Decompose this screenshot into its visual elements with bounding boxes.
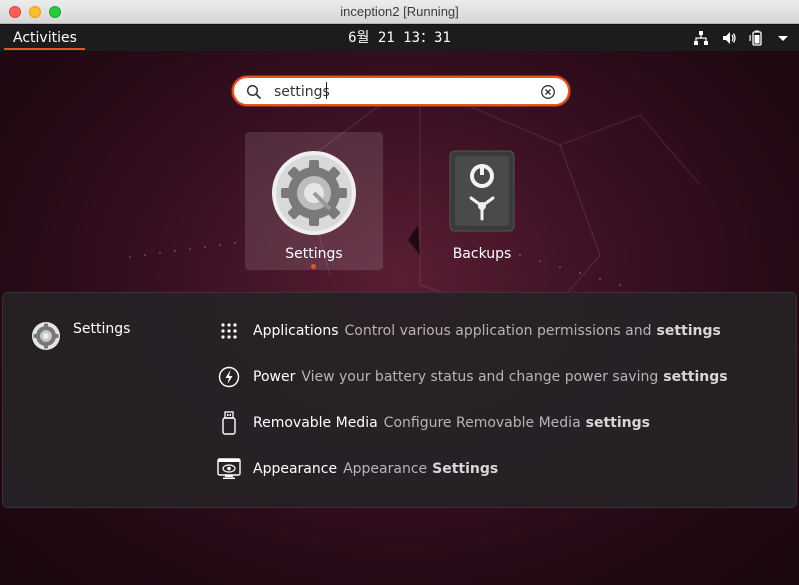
text-caret: [326, 82, 327, 99]
system-tray[interactable]: [693, 30, 789, 46]
search-box[interactable]: [232, 76, 570, 106]
provider-label-settings[interactable]: Settings: [73, 321, 130, 337]
search-input[interactable]: [274, 82, 534, 102]
clear-search-icon[interactable]: [540, 84, 556, 104]
app-tile-backups[interactable]: Backups: [413, 132, 551, 270]
settings-gear-icon: [270, 149, 358, 241]
result-title: Applications: [253, 323, 339, 339]
app-tile-settings[interactable]: Settings: [245, 132, 383, 270]
app-label-backups: Backups: [452, 246, 512, 262]
result-row-power[interactable]: Power View your battery status and chang…: [215, 364, 728, 390]
window-title: inception2 [Running]: [340, 4, 459, 19]
result-row-appearance[interactable]: Appearance Appearance Settings: [215, 456, 498, 482]
result-highlight: settings: [663, 369, 728, 385]
result-title: Appearance: [253, 461, 338, 477]
result-title: Power: [253, 369, 296, 385]
gnome-top-bar: Activities 6월 21 13：31: [0, 25, 799, 51]
volume-icon[interactable]: [721, 30, 737, 46]
result-description: Appearance: [343, 461, 428, 477]
power-icon: [215, 364, 243, 390]
app-label-settings: Settings: [285, 246, 343, 262]
usb-drive-icon: [215, 410, 243, 436]
running-indicator: [311, 264, 316, 269]
result-row-applications[interactable]: Applications Control various application…: [215, 318, 721, 344]
network-icon[interactable]: [693, 30, 709, 46]
result-description: Control various application permissions …: [344, 323, 652, 339]
result-highlight: settings: [656, 323, 721, 339]
result-highlight: Settings: [432, 461, 499, 477]
result-description: Configure Removable Media: [383, 415, 581, 431]
result-row-removable-media[interactable]: Removable Media Configure Removable Medi…: [215, 410, 650, 436]
clock[interactable]: 6월 21 13：31: [0, 25, 799, 51]
backups-safe-icon: [449, 150, 515, 236]
window-titlebar: inception2 [Running]: [0, 0, 799, 24]
appearance-icon: [215, 456, 243, 482]
system-menu-chevron-down-icon[interactable]: [777, 30, 789, 46]
result-highlight: settings: [585, 415, 650, 431]
battery-icon[interactable]: [749, 30, 765, 46]
result-title: Removable Media: [253, 415, 378, 431]
settings-gear-icon[interactable]: [31, 321, 61, 355]
search-icon: [246, 84, 262, 104]
apps-grid-icon: [215, 318, 243, 344]
result-description: View your battery status and change powe…: [301, 369, 659, 385]
search-results-panel: Settings Applications Control various ap…: [2, 292, 797, 508]
